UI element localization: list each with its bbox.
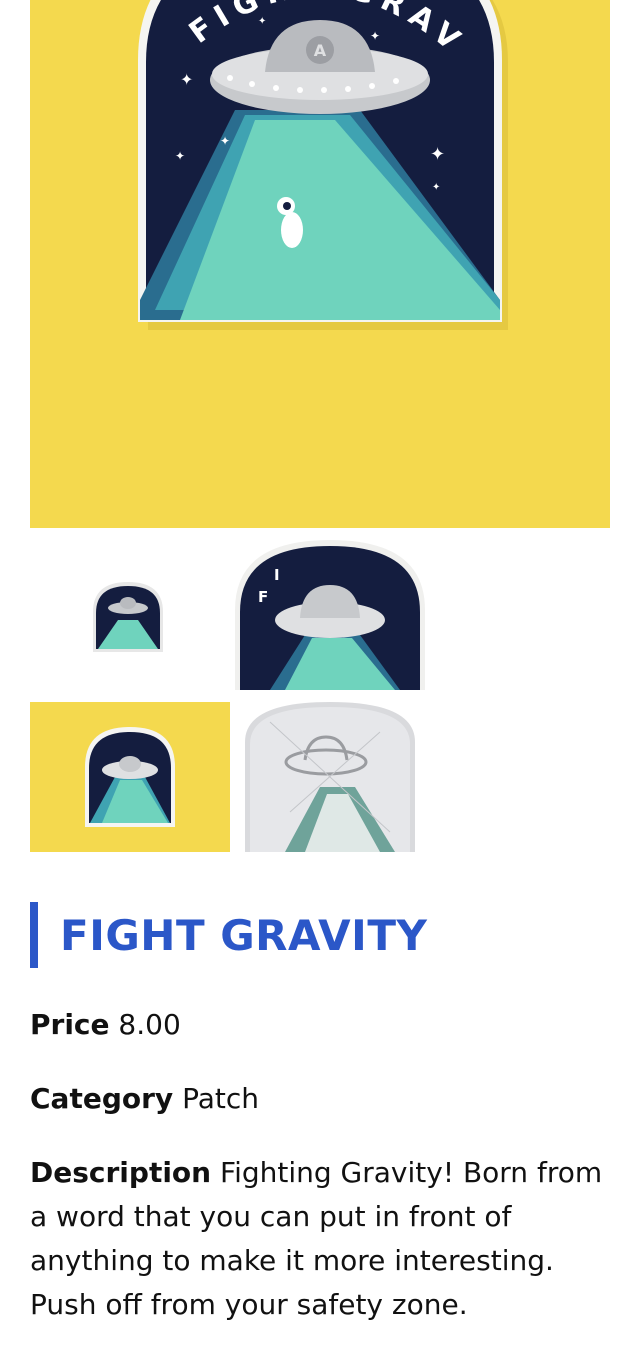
category-label: Category: [30, 1082, 174, 1115]
svg-text:✦: ✦: [370, 29, 380, 43]
svg-text:I: I: [274, 566, 280, 584]
thumbnail-patch-closeup[interactable]: F I: [230, 540, 430, 690]
description-field: Description Fighting Gravity! Born from …: [30, 1151, 610, 1327]
price-label: Price: [30, 1008, 110, 1041]
svg-text:✦: ✦: [432, 182, 440, 193]
svg-text:✦: ✦: [430, 144, 445, 165]
main-product-image: ✦ ✦ ✦ ✦ ✦ ✦ ✦ A FIGHT GRAVITY: [30, 0, 610, 528]
product-title-bar: FIGHT GRAVITY: [30, 902, 427, 968]
thumbnail-patch-back[interactable]: [230, 702, 430, 852]
price-value: 8.00: [118, 1008, 181, 1041]
svg-text:✦: ✦: [258, 16, 266, 27]
svg-text:✦: ✦: [175, 149, 185, 163]
thumbnail-patch-yellow[interactable]: [30, 702, 230, 852]
svg-text:✦: ✦: [180, 70, 193, 89]
svg-text:F: F: [258, 588, 268, 606]
category-value: Patch: [182, 1082, 259, 1115]
product-title: FIGHT GRAVITY: [60, 911, 428, 960]
category-field: Category Patch: [30, 1077, 610, 1121]
ufo-letter: A: [314, 41, 327, 60]
svg-text:✦: ✦: [220, 134, 230, 148]
description-label: Description: [30, 1156, 212, 1189]
price-field: Price 8.00: [30, 1003, 610, 1047]
thumbnail-patch-white[interactable]: [30, 540, 230, 690]
